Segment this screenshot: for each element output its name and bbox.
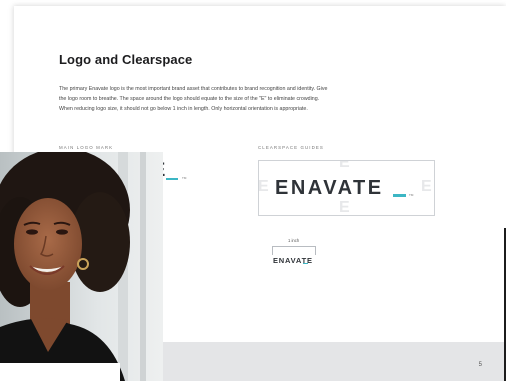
photo-corner-panel (0, 363, 120, 381)
main-logo-mark-label: MAIN LOGO MARK (59, 145, 114, 150)
ghost-e-right: E (421, 178, 432, 195)
body-line: When reducing logo size, it should not g… (59, 106, 308, 112)
page-number: 5 (478, 362, 482, 368)
body-line: the logo room to breathe. The space arou… (59, 96, 320, 102)
clearspace-logo-accent (393, 194, 406, 197)
main-logo-tm: TM (182, 176, 187, 180)
clearspace-logo: ENAVATE (275, 177, 384, 199)
clearspace-logo-tm: TM (409, 193, 414, 197)
small-logo-accent (303, 263, 308, 264)
ghost-e-top: E (339, 160, 350, 171)
ghost-e-left: E (258, 178, 269, 195)
ghost-e-bottom: E (339, 199, 350, 216)
body-line: The primary Enavate logo is the most imp… (59, 86, 328, 92)
portrait-illustration (0, 152, 163, 381)
page-title: Logo and Clearspace (59, 52, 193, 67)
min-size-bracket (272, 246, 316, 255)
min-size-label: 1 inch (288, 238, 300, 243)
main-logo-accent (166, 178, 178, 180)
intro-paragraph: The primary Enavate logo is the most imp… (59, 84, 419, 114)
clearspace-guides-label: CLEARSPACE GUIDES (258, 145, 324, 150)
clearspace-guide-box: E E E E ENAVATE TM (258, 160, 435, 216)
portrait-photo (0, 152, 163, 381)
